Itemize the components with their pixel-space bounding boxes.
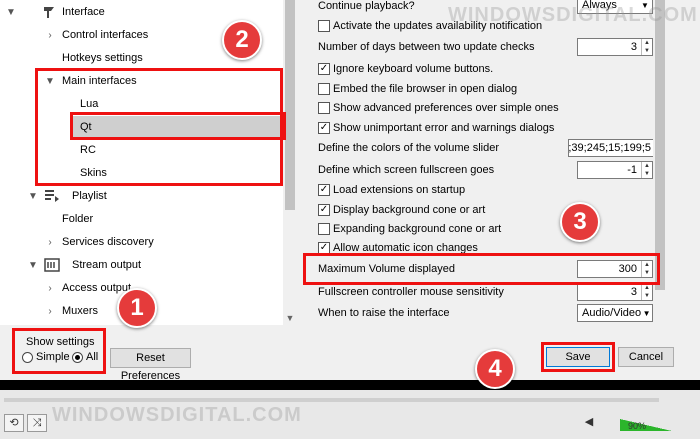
tree-item-label: Folder [62,213,94,225]
setting-label: Show advanced preferences over simple on… [333,102,559,114]
cancel-button[interactable]: Cancel [618,347,674,367]
setting-show-unimportant-errors[interactable]: ✓ Show unimportant error and warnings di… [305,118,655,138]
setting-ignore-keyboard-volume[interactable]: ✓ Ignore keyboard volume buttons. [305,59,655,79]
days-between-updates-spinbox[interactable]: 3 ▲ ▼ [577,38,653,56]
tree-item-label: Stream output [72,259,142,271]
reset-preferences-button[interactable]: Reset Preferences [110,348,191,382]
tree-item-label: Playlist [72,190,107,202]
spinbox-value: 3 [630,286,637,298]
checkbox[interactable] [318,102,330,114]
checkbox[interactable]: ✓ [318,204,330,216]
shuffle-icon[interactable]: ⤨ [27,414,47,432]
highlight-qt [70,112,286,140]
setting-label: Define which screen fullscreen goes [318,164,495,176]
setting-label: Ignore keyboard volume buttons. [333,63,494,75]
dropdown-value: Audio/Video [582,307,642,319]
tree-item-services-discovery[interactable]: › Services discovery [0,231,283,253]
setting-show-advanced-prefs[interactable]: Show advanced preferences over simple on… [305,98,655,118]
scrollbar-thumb[interactable] [285,0,295,210]
checkbox[interactable]: ✓ [318,184,330,196]
checkbox[interactable]: ✓ [318,122,330,134]
tree-item-label: Access output [62,282,132,294]
setting-label: Load extensions on startup [333,184,466,196]
setting-load-extensions[interactable]: ✓ Load extensions on startup [305,180,655,200]
traffic-cone-icon [44,7,54,18]
tree-item-folder[interactable]: Folder [0,208,283,230]
chevron-right-icon[interactable]: › [45,30,55,41]
step-badge-3: 3 [560,202,600,242]
checkbox[interactable] [318,83,330,95]
seek-bar[interactable] [4,398,659,402]
setting-label: Embed the file browser in open dialog [333,83,518,95]
chevron-down-icon: ▼ [642,308,651,318]
setting-embed-file-browser[interactable]: Embed the file browser in open dialog [305,79,655,99]
tree-item-label: Hotkeys settings [62,52,143,64]
setting-label: Continue playback? [318,0,415,12]
expand-arrow-icon[interactable]: ▼ [28,260,38,271]
setting-label: When to raise the interface [318,307,450,319]
highlight-max-volume [303,253,660,285]
checkbox[interactable] [318,20,330,32]
expand-arrow-icon[interactable]: ▼ [6,7,16,18]
volume-percent: 90% [628,421,647,431]
checkbox[interactable]: ✓ [318,63,330,75]
spinbox-value: 3 [630,41,637,53]
setting-label: Show unimportant error and warnings dial… [333,122,555,134]
stream-output-icon [44,258,60,272]
tree-scrollbar[interactable]: ▼ [283,0,297,325]
speaker-icon[interactable]: ◀ [580,414,598,432]
spin-arrows-icon[interactable]: ▲ ▼ [641,162,652,178]
fs-mouse-sensitivity-spinbox[interactable]: 3 ▲ ▼ [577,283,653,301]
highlight-save [541,342,615,372]
setting-label: Number of days between two update checks [318,41,535,53]
spin-arrows-icon[interactable]: ▲ ▼ [641,284,652,300]
setting-expanding-bg-cone[interactable]: Expanding background cone or art [305,219,655,239]
checkbox[interactable] [318,223,330,235]
setting-display-bg-cone[interactable]: ✓ Display background cone or art [305,200,655,220]
volume-slider-colors-input[interactable]: 5;199;15;245;39;29 [568,139,655,157]
setting-label: Display background cone or art [333,204,486,216]
chevron-right-icon[interactable]: › [45,237,55,248]
playlist-icon [45,190,59,202]
tree-item-label: Control interfaces [62,29,149,41]
tree-item-playlist[interactable]: ▼ Playlist [0,185,283,207]
player-control-bar: ⟲ ⤨ ◀ WINDOWSDIGITAL.COM [0,390,700,439]
setting-label: Fullscreen controller mouse sensitivity [318,286,504,298]
spin-arrows-icon[interactable]: ▲ ▼ [641,39,652,55]
tree-item-label: Muxers [62,305,99,317]
watermark-bottom: WINDOWSDIGITAL.COM [52,404,302,426]
step-badge-4: 4 [475,349,515,389]
scrollbar-thumb[interactable] [655,0,665,290]
loop-icon[interactable]: ⟲ [4,414,24,432]
expand-arrow-icon[interactable]: ▼ [28,191,38,202]
step-badge-2: 2 [222,20,262,60]
fullscreen-screen-spinbox[interactable]: -1 ▲ ▼ [577,161,653,179]
watermark-top: WINDOWSDIGITAL.COM [448,4,698,26]
scroll-down-icon[interactable]: ▼ [283,313,297,323]
step-badge-1: 1 [117,288,157,328]
spinbox-value: -1 [627,164,637,176]
tree-item-stream-output[interactable]: ▼ Stream output [0,254,283,276]
tree-item-label: Services discovery [62,236,154,248]
raise-interface-dropdown[interactable]: Audio/Video ▼ [577,304,653,322]
highlight-show-settings [12,328,106,374]
chevron-right-icon[interactable]: › [45,283,55,294]
tree-item-label: Interface [62,6,105,18]
preferences-window: ▼ Interface › Control interfaces Hotkeys… [0,0,700,382]
chevron-right-icon[interactable]: › [45,306,55,317]
setting-label: Define the colors of the volume slider [318,142,499,154]
setting-label: Expanding background cone or art [333,223,502,235]
